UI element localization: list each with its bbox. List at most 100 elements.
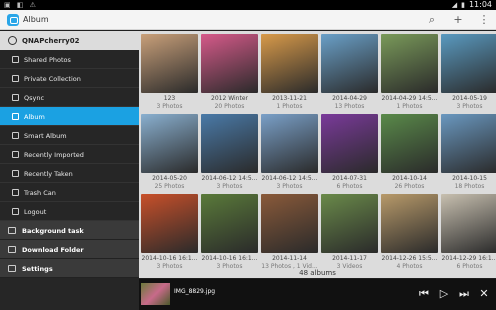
sidebar-item-qsync[interactable]: Qsync (0, 88, 139, 107)
album-thumbnail (321, 34, 378, 93)
sidebar-item-label: Smart Album (24, 132, 67, 140)
album-thumbnail (441, 194, 496, 253)
sidebar-section-label: Download Folder (22, 246, 84, 254)
account-header[interactable]: QNAPcherry02 (0, 31, 139, 50)
albums-count: 48 albums (139, 269, 496, 278)
next-icon[interactable]: ⏭ (458, 287, 470, 301)
gear-icon (8, 265, 16, 272)
previous-icon[interactable]: ⏮ (418, 287, 430, 301)
album-tile[interactable]: 2014-10-16 16:1... 3 Photos (201, 194, 258, 270)
album-count: 1 Photos (276, 103, 303, 110)
sidebar-item-label: Logout (24, 208, 47, 216)
album-tile[interactable]: 2014-10-16 16:1... 3 Photos (141, 194, 198, 270)
album-name: 2014-04-29 14:5... (381, 95, 438, 102)
sidebar-item-label: Trash Can (24, 189, 56, 197)
folder-icon (8, 246, 16, 253)
album-thumbnail (141, 114, 198, 173)
album-name: 2014-07-31 (332, 175, 367, 182)
sidebar-section-settings[interactable]: Settings (0, 259, 139, 278)
sidebar-item-label: Recently Taken (24, 170, 73, 178)
album-name: 2012 Winter (211, 95, 248, 102)
album-tile[interactable]: 2014-11-14 13 Photos , 1 Vid... (261, 194, 318, 270)
album-thumbnail (381, 194, 438, 253)
sidebar-item-private-collection[interactable]: Private Collection (0, 69, 139, 88)
clock: 11:04 (468, 0, 492, 9)
album-name: 2014-11-17 (332, 255, 367, 262)
sidebar-item-label: Recently Imported (24, 151, 84, 159)
search-icon[interactable]: ⌕ (426, 13, 438, 27)
album-thumbnail (261, 114, 318, 173)
album-count: 25 Photos (154, 183, 185, 190)
album-count: 18 Photos (454, 183, 485, 190)
album-thumbnail (441, 34, 496, 93)
sidebar-item-label: Shared Photos (24, 56, 71, 64)
album-name: 2014-05-20 (152, 175, 187, 182)
album-tile[interactable]: 2012 Winter 20 Photos (201, 34, 258, 110)
album-tile[interactable]: 2014-06-12 14:5... 3 Photos (261, 114, 318, 190)
sidebar-section-download-folder[interactable]: Download Folder (0, 240, 139, 259)
album-thumbnail (261, 194, 318, 253)
album-name: 123 (163, 95, 176, 102)
qsync-icon (12, 94, 19, 101)
album-tile[interactable]: 2014-06-12 14:5... 3 Photos (201, 114, 258, 190)
signal-icon: ◢ (451, 0, 458, 9)
album-name: 2014-06-12 14:5... (261, 175, 318, 182)
album-thumbnail (141, 194, 198, 253)
sidebar-item-logout[interactable]: Logout (0, 202, 139, 221)
album-name: 2014-05-19 (452, 95, 487, 102)
sidebar-item-recently-taken[interactable]: Recently Taken (0, 164, 139, 183)
app-bar: Album ⌕ + ⋮ (0, 10, 496, 30)
album-tile[interactable]: 2014-10-14 26 Photos (381, 114, 438, 190)
close-icon[interactable]: ✕ (478, 287, 490, 301)
nas-icon (8, 36, 17, 45)
album-thumbnail (141, 34, 198, 93)
now-playing-thumbnail[interactable] (141, 283, 170, 305)
album-thumbnail (261, 34, 318, 93)
album-tile[interactable]: 2014-04-29 14:5... 1 Photos (381, 34, 438, 110)
sidebar-item-album[interactable]: Album (0, 107, 139, 126)
album-count: 3 Photos (456, 103, 483, 110)
more-options-icon[interactable]: ⋮ (478, 13, 490, 27)
album-tile[interactable]: 2014-05-19 3 Photos (441, 34, 496, 110)
lock-icon (12, 75, 19, 82)
clock-icon (12, 170, 19, 177)
task-icon (8, 227, 16, 234)
battery-icon: ▮ (461, 0, 465, 9)
sidebar-item-shared-photos[interactable]: Shared Photos (0, 50, 139, 69)
album-tile[interactable]: 2014-11-17 3 Videos (321, 194, 378, 270)
album-icon (12, 113, 19, 120)
sidebar-item-label: Album (24, 113, 45, 121)
album-tile[interactable]: 2014-05-20 25 Photos (141, 114, 198, 190)
album-count: 20 Photos (214, 103, 245, 110)
album-count: 3 Photos (216, 183, 243, 190)
album-thumbnail (441, 114, 496, 173)
album-tile[interactable]: 2014-07-31 6 Photos (321, 114, 378, 190)
account-name: QNAPcherry02 (22, 37, 80, 45)
sidebar: QNAPcherry02 Shared Photos Private Colle… (0, 31, 139, 310)
sidebar-section-background-task[interactable]: Background task (0, 221, 139, 240)
sidebar-item-trash-can[interactable]: Trash Can (0, 183, 139, 202)
album-name: 2014-11-14 (272, 255, 307, 262)
add-icon[interactable]: + (452, 13, 464, 27)
album-tile[interactable]: 123 3 Photos (141, 34, 198, 110)
album-tile[interactable]: 2014-12-29 16:1... 6 Photos (441, 194, 496, 270)
album-thumbnail (201, 194, 258, 253)
sidebar-item-recently-imported[interactable]: Recently Imported (0, 145, 139, 164)
play-icon[interactable]: ▷ (438, 287, 450, 301)
album-tile[interactable]: 2014-10-15 18 Photos (441, 114, 496, 190)
album-tile[interactable]: 2013-11-21 1 Photos (261, 34, 318, 110)
album-count: 3 Photos (156, 103, 183, 110)
album-tile[interactable]: 2014-04-29 13 Photos (321, 34, 378, 110)
sidebar-item-smart-album[interactable]: Smart Album (0, 126, 139, 145)
album-tile[interactable]: 2014-12-26 15:5... 4 Photos (381, 194, 438, 270)
album-thumbnail (321, 114, 378, 173)
qphoto-logo-icon (7, 14, 19, 26)
smart-album-icon (12, 132, 19, 139)
album-name: 2014-04-29 (332, 95, 367, 102)
album-name: 2014-10-15 (452, 175, 487, 182)
album-thumbnail (201, 114, 258, 173)
album-thumbnail (321, 194, 378, 253)
album-count: 6 Photos (336, 183, 363, 190)
album-thumbnail (381, 114, 438, 173)
album-name: 2013-11-21 (272, 95, 307, 102)
